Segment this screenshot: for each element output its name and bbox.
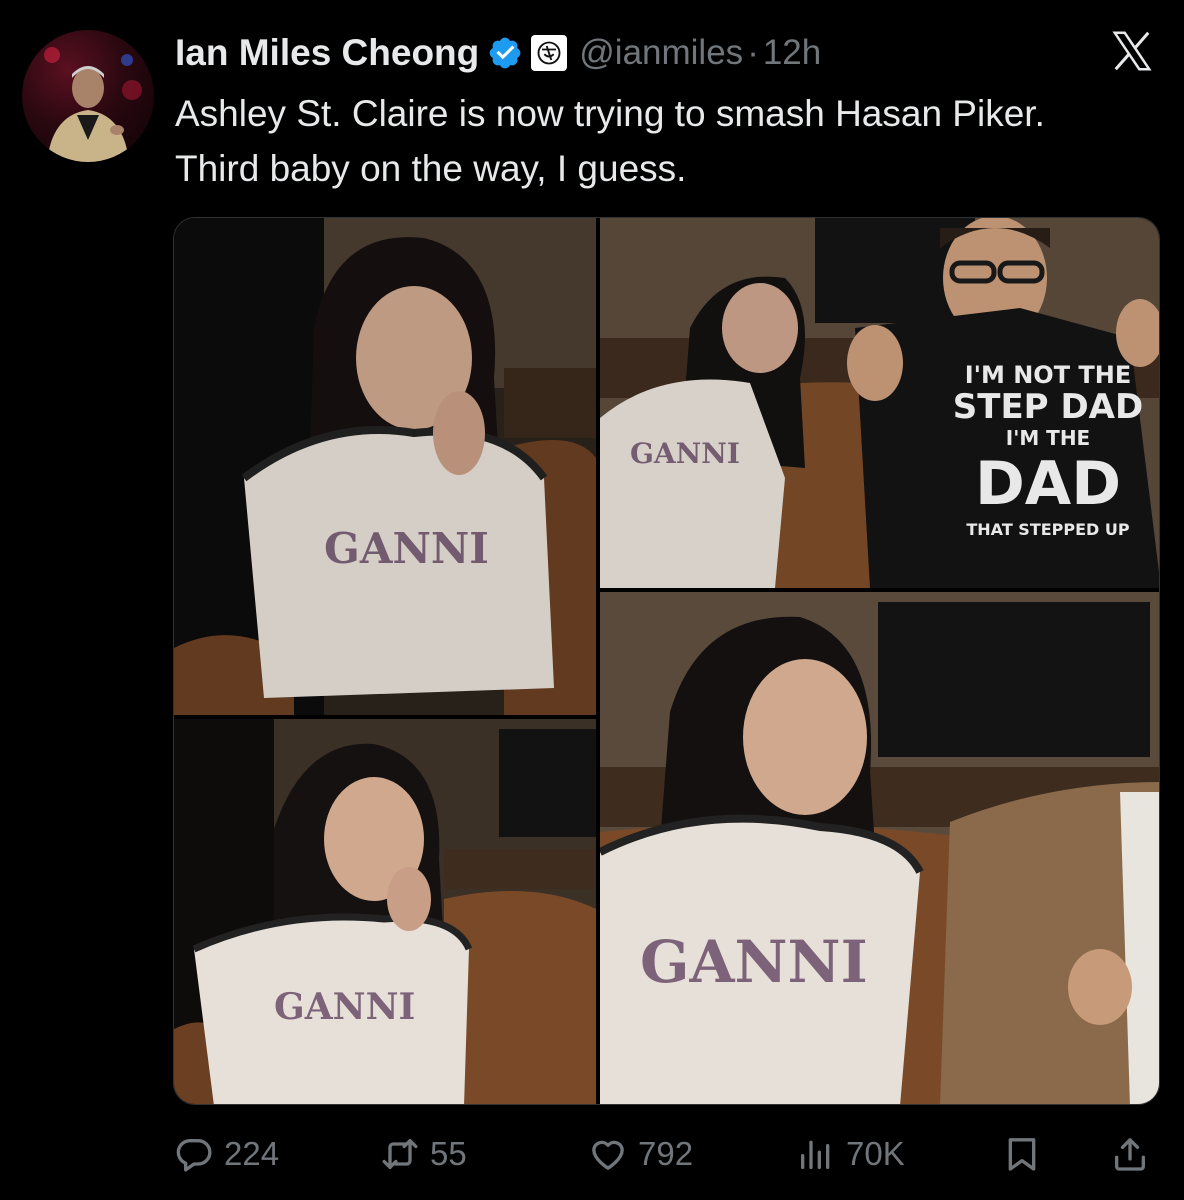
view-count: 70K xyxy=(846,1135,905,1172)
media-grid: GANNI GANNI I'M NOT THE STEP DAD I'M THE… xyxy=(173,217,1160,1105)
shirt-line-3: I'M THE xyxy=(1005,426,1091,450)
reply-button[interactable]: 224 xyxy=(174,1126,279,1182)
author-name[interactable]: Ian Miles Cheong xyxy=(175,32,479,74)
heart-icon xyxy=(592,1140,624,1170)
photo-3[interactable]: GANNI xyxy=(174,719,596,1104)
photo-2[interactable]: GANNI I'M NOT THE STEP DAD I'M THE DAD T… xyxy=(600,218,1159,588)
author-handle[interactable]: @ianmiles xyxy=(579,33,743,73)
shirt-line-5: THAT STEPPED UP xyxy=(966,520,1130,539)
action-bar: 224 55 792 70K xyxy=(170,1126,1160,1182)
tweet-text: Ashley St. Claire is now trying to smash… xyxy=(175,93,1045,189)
share-upload-icon xyxy=(1115,1138,1145,1171)
svg-text:GANNI: GANNI xyxy=(640,928,868,996)
affiliate-badge-icon xyxy=(531,35,568,71)
like-count: 792 xyxy=(638,1135,694,1172)
share-button[interactable] xyxy=(1110,1126,1150,1182)
shirt-line-2: STEP DAD xyxy=(952,387,1144,427)
tweet-card: Ian Miles Cheong @ianmiles · 12h Ashley … xyxy=(0,0,1184,1200)
tweet-header: Ian Miles Cheong @ianmiles · 12h xyxy=(175,30,821,76)
photo-4[interactable]: GANNI xyxy=(600,592,1159,1104)
x-logo-icon xyxy=(1112,31,1152,71)
repost-icon xyxy=(382,1139,418,1169)
like-button[interactable]: 792 xyxy=(588,1126,693,1182)
post-time[interactable]: 12h xyxy=(763,33,821,73)
bookmark-button[interactable] xyxy=(1002,1126,1042,1182)
shirt-line-4: DAD xyxy=(974,449,1122,519)
views-button[interactable]: 70K xyxy=(796,1126,905,1182)
verified-badge-icon xyxy=(489,37,521,69)
repost-count: 55 xyxy=(430,1135,467,1172)
shirt-line-1: I'M NOT THE xyxy=(964,361,1132,389)
bookmark-icon xyxy=(1008,1138,1036,1171)
reply-bubble-icon xyxy=(176,1139,212,1172)
author-avatar[interactable] xyxy=(22,30,154,162)
repost-button[interactable]: 55 xyxy=(380,1126,467,1182)
meta-separator: · xyxy=(747,33,759,72)
photo-1[interactable]: GANNI xyxy=(174,218,596,715)
bar-chart-icon xyxy=(801,1140,830,1169)
reply-count: 224 xyxy=(224,1135,280,1172)
svg-text:GANNI: GANNI xyxy=(274,986,415,1028)
